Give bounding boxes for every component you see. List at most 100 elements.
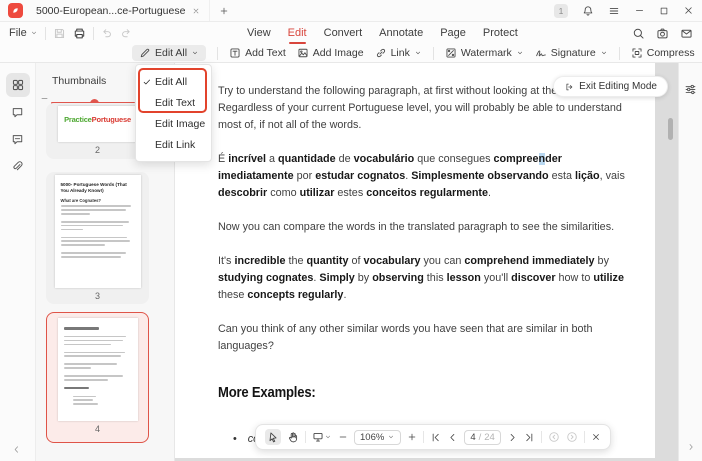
- view-forward-button[interactable]: [566, 431, 578, 443]
- separator: [433, 47, 434, 60]
- app-logo-icon: [8, 3, 23, 18]
- menu-item-view[interactable]: View: [247, 27, 271, 39]
- search-icon[interactable]: [632, 27, 645, 40]
- file-menu[interactable]: File: [9, 27, 38, 39]
- dropdown-item-edit-image[interactable]: Edit Image: [136, 113, 211, 134]
- thumb-subheading: What are Cognates?: [61, 198, 135, 203]
- separator: [584, 431, 585, 443]
- dropdown-item-edit-text[interactable]: Edit Text: [136, 92, 211, 113]
- hand-tool-button[interactable]: [287, 431, 299, 443]
- last-page-icon: [524, 432, 535, 443]
- watermark-button[interactable]: Watermark: [445, 47, 524, 59]
- hand-icon: [287, 431, 299, 443]
- print-button[interactable]: [73, 27, 86, 40]
- select-tool-button[interactable]: [265, 429, 281, 445]
- text-box-icon: [229, 47, 241, 59]
- capture-icon[interactable]: [656, 27, 669, 40]
- page-number: 3: [95, 291, 100, 301]
- hamburger-menu-icon[interactable]: [608, 5, 620, 17]
- notification-badge[interactable]: 1: [554, 4, 568, 18]
- attachments-panel-button[interactable]: [6, 154, 30, 178]
- menu-item-annotate[interactable]: Annotate: [379, 27, 423, 39]
- right-panel-expand-button[interactable]: [686, 442, 696, 452]
- menu-item-convert[interactable]: Convert: [324, 27, 363, 39]
- signature-button[interactable]: Signature: [535, 47, 608, 59]
- undo-button[interactable]: [101, 27, 113, 39]
- thumbnail-page-4-selected[interactable]: 4: [46, 312, 149, 443]
- pdf-page: Try to understand the following paragrap…: [175, 63, 655, 458]
- tab-close-icon[interactable]: [192, 7, 200, 15]
- cursor-icon: [267, 431, 279, 443]
- minus-icon: [338, 432, 348, 442]
- exit-icon: [564, 82, 574, 92]
- add-text-button[interactable]: Add Text: [229, 47, 286, 59]
- thumbnail-page-3[interactable]: 5000- Portuguese Words (That You Already…: [46, 172, 149, 304]
- menu-item-edit[interactable]: Edit: [288, 27, 307, 39]
- separator: [423, 431, 424, 443]
- signature-icon: [535, 47, 547, 59]
- properties-panel-icon[interactable]: [684, 83, 697, 96]
- previous-page-button[interactable]: [447, 432, 458, 443]
- monitor-icon: [312, 431, 324, 443]
- vertical-scrollbar-thumb[interactable]: [668, 118, 673, 140]
- close-toolbar-button[interactable]: [591, 432, 601, 442]
- edit-all-button[interactable]: Edit All: [132, 45, 206, 61]
- chevron-down-icon: [387, 433, 395, 441]
- zoom-level-select[interactable]: 106%: [354, 430, 401, 445]
- window-minimize-button[interactable]: [634, 5, 645, 16]
- sidebar-collapse-button[interactable]: [11, 444, 22, 455]
- main-menu: View Edit Convert Annotate Page Protect: [247, 27, 518, 39]
- link-button[interactable]: Link: [375, 47, 422, 59]
- compress-button[interactable]: Compress: [631, 47, 695, 59]
- document-paragraph[interactable]: Now you can compare the words in the tra…: [218, 219, 634, 236]
- redo-button[interactable]: [120, 27, 132, 39]
- comment-line-icon: [11, 133, 24, 146]
- zoom-in-button[interactable]: [407, 432, 417, 442]
- chevron-right-icon: [507, 432, 518, 443]
- comments-panel-button[interactable]: [6, 100, 30, 124]
- save-button[interactable]: [53, 27, 66, 40]
- dropdown-item-edit-link[interactable]: Edit Link: [136, 134, 211, 155]
- view-mode-button[interactable]: [312, 431, 332, 443]
- add-image-button[interactable]: Add Image: [297, 47, 364, 59]
- window-maximize-button[interactable]: [659, 6, 669, 16]
- next-page-button[interactable]: [507, 432, 518, 443]
- last-page-button[interactable]: [524, 432, 535, 443]
- thumbnail-page-2[interactable]: PracticePortuguese 2: [46, 103, 149, 159]
- page-number-input[interactable]: 4 / 24: [464, 430, 501, 445]
- left-icon-rail: [0, 63, 36, 461]
- right-rail: [678, 63, 702, 461]
- document-paragraph[interactable]: É incrível a quantidade de vocabulário q…: [218, 151, 634, 202]
- chevron-down-icon: [191, 49, 199, 57]
- menu-item-page[interactable]: Page: [440, 27, 466, 39]
- pencil-icon: [139, 47, 151, 59]
- mail-icon[interactable]: [680, 27, 693, 40]
- window-close-button[interactable]: [683, 5, 694, 16]
- page-number: 2: [95, 145, 100, 155]
- annotations-panel-button[interactable]: [6, 127, 30, 151]
- pdf-editor-app: 5000-European...ce-Portuguese 1 File: [0, 0, 702, 461]
- document-paragraph[interactable]: Can you think of any other similar words…: [218, 321, 634, 355]
- view-back-button[interactable]: [548, 431, 560, 443]
- titlebar: 5000-European...ce-Portuguese 1: [0, 0, 702, 22]
- exit-editing-mode-button[interactable]: Exit Editing Mode: [553, 76, 668, 97]
- thumbnail-page-image: PracticePortuguese: [58, 106, 138, 142]
- zoom-out-button[interactable]: [338, 432, 348, 442]
- brand-logo: PracticePortuguese: [58, 115, 138, 124]
- chevron-left-icon: [447, 432, 458, 443]
- document-paragraph[interactable]: It's incredible the quantity of vocabula…: [218, 253, 634, 304]
- thumbnails-grid-icon: [11, 78, 25, 92]
- first-page-button[interactable]: [430, 432, 441, 443]
- check-icon: [142, 77, 152, 87]
- new-tab-button[interactable]: [219, 6, 229, 16]
- bell-icon[interactable]: [582, 5, 594, 17]
- thumbnails-panel-button[interactable]: [6, 73, 30, 97]
- chevron-down-icon: [324, 433, 332, 441]
- document-tab[interactable]: 5000-European...ce-Portuguese: [32, 0, 210, 21]
- watermark-icon: [445, 47, 457, 59]
- thumbnail-zoom-out-icon[interactable]: [40, 94, 49, 103]
- dropdown-item-edit-all[interactable]: Edit All: [136, 71, 211, 92]
- document-heading[interactable]: More Examples:: [218, 385, 592, 402]
- thumbnail-text-lines: [64, 327, 132, 405]
- menu-item-protect[interactable]: Protect: [483, 27, 518, 39]
